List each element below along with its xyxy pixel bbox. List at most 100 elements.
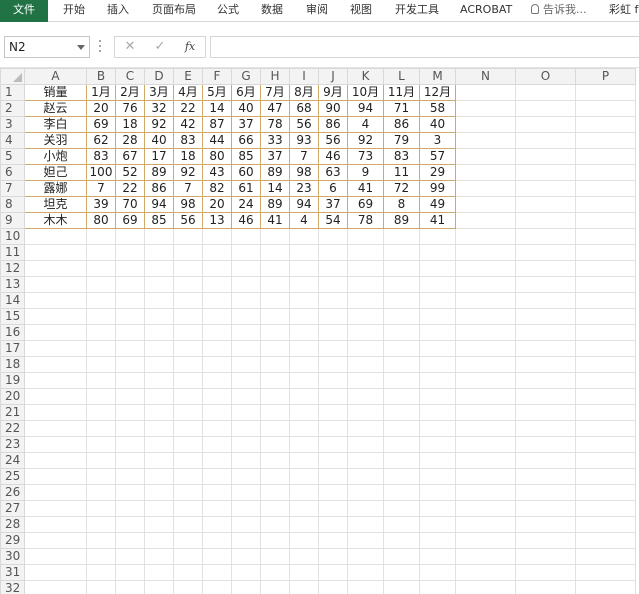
cell[interactable]	[383, 228, 420, 245]
cell[interactable]	[289, 276, 319, 293]
cell[interactable]	[115, 532, 145, 549]
row-header[interactable]: 32	[0, 580, 25, 594]
cell[interactable]	[515, 196, 576, 213]
cell[interactable]	[419, 260, 456, 277]
cell[interactable]	[455, 420, 516, 437]
cell[interactable]	[383, 452, 420, 469]
cell[interactable]	[231, 532, 261, 549]
cell[interactable]	[260, 292, 290, 309]
column-header[interactable]: I	[289, 68, 319, 85]
cell[interactable]: 99	[419, 180, 456, 197]
cell[interactable]	[575, 436, 636, 453]
cell[interactable]	[318, 228, 348, 245]
column-header[interactable]: D	[144, 68, 174, 85]
cell[interactable]: 85	[231, 148, 261, 165]
cell[interactable]	[515, 580, 576, 594]
cell[interactable]	[289, 308, 319, 325]
cell[interactable]	[318, 260, 348, 277]
row-header[interactable]: 30	[0, 548, 25, 565]
cell[interactable]: 89	[260, 196, 290, 213]
cell[interactable]	[144, 500, 174, 517]
cell[interactable]	[347, 244, 384, 261]
cell[interactable]: 33	[260, 132, 290, 149]
cell[interactable]: 89	[383, 212, 420, 229]
cell[interactable]	[260, 436, 290, 453]
cell[interactable]	[86, 436, 116, 453]
cell[interactable]	[24, 404, 87, 421]
row-header[interactable]: 6	[0, 164, 25, 181]
cell[interactable]	[86, 468, 116, 485]
cell[interactable]	[202, 260, 232, 277]
cell[interactable]	[318, 340, 348, 357]
cell[interactable]: 43	[202, 164, 232, 181]
cell[interactable]	[515, 372, 576, 389]
cell[interactable]	[347, 516, 384, 533]
cell[interactable]	[202, 516, 232, 533]
cell[interactable]	[231, 484, 261, 501]
cell[interactable]	[455, 212, 516, 229]
cell[interactable]	[173, 420, 203, 437]
cell[interactable]	[419, 372, 456, 389]
cell[interactable]	[455, 468, 516, 485]
cell[interactable]	[24, 532, 87, 549]
cell[interactable]	[289, 452, 319, 469]
cell[interactable]	[318, 308, 348, 325]
cell[interactable]	[419, 516, 456, 533]
cell[interactable]	[144, 356, 174, 373]
cell[interactable]	[260, 420, 290, 437]
cell[interactable]	[260, 516, 290, 533]
row-header[interactable]: 23	[0, 436, 25, 453]
cell[interactable]: 98	[173, 196, 203, 213]
cell[interactable]	[575, 228, 636, 245]
name-box[interactable]: N2	[4, 36, 90, 58]
row-header[interactable]: 19	[0, 372, 25, 389]
cancel-icon[interactable]: ✕	[119, 37, 141, 57]
cell[interactable]	[419, 404, 456, 421]
cell[interactable]	[455, 516, 516, 533]
cell[interactable]	[347, 452, 384, 469]
cell[interactable]	[202, 340, 232, 357]
cell[interactable]	[144, 436, 174, 453]
cell[interactable]	[231, 548, 261, 565]
cell[interactable]	[144, 340, 174, 357]
cell[interactable]	[515, 564, 576, 581]
cell[interactable]	[419, 244, 456, 261]
row-header[interactable]: 5	[0, 148, 25, 165]
cell[interactable]: 8	[383, 196, 420, 213]
cell[interactable]	[419, 452, 456, 469]
row-header[interactable]: 9	[0, 212, 25, 229]
cell[interactable]	[575, 276, 636, 293]
cell[interactable]	[231, 308, 261, 325]
cell[interactable]	[419, 484, 456, 501]
cell[interactable]: 40	[144, 132, 174, 149]
cell[interactable]	[144, 420, 174, 437]
cell[interactable]	[144, 452, 174, 469]
cell[interactable]	[24, 260, 87, 277]
cell[interactable]: 20	[86, 100, 116, 117]
column-header[interactable]: M	[419, 68, 456, 85]
cell[interactable]	[419, 388, 456, 405]
cell[interactable]	[383, 356, 420, 373]
cell[interactable]: 90	[318, 100, 348, 117]
cell[interactable]: 木木	[24, 212, 87, 229]
cell[interactable]	[318, 356, 348, 373]
cell[interactable]	[419, 580, 456, 594]
cell[interactable]	[24, 244, 87, 261]
cell[interactable]	[455, 260, 516, 277]
cell[interactable]: 61	[231, 180, 261, 197]
cell[interactable]	[202, 500, 232, 517]
cell[interactable]	[347, 548, 384, 565]
cell[interactable]	[289, 532, 319, 549]
cell[interactable]	[86, 484, 116, 501]
cell[interactable]: 1月	[86, 84, 116, 101]
cell[interactable]	[455, 532, 516, 549]
cell[interactable]: 18	[115, 116, 145, 133]
tab-insert[interactable]: 插入	[107, 0, 129, 22]
cell[interactable]	[347, 564, 384, 581]
row-header[interactable]: 22	[0, 420, 25, 437]
cell[interactable]	[144, 564, 174, 581]
cell[interactable]	[144, 228, 174, 245]
cell[interactable]	[231, 388, 261, 405]
cell[interactable]	[289, 372, 319, 389]
cell[interactable]	[575, 404, 636, 421]
